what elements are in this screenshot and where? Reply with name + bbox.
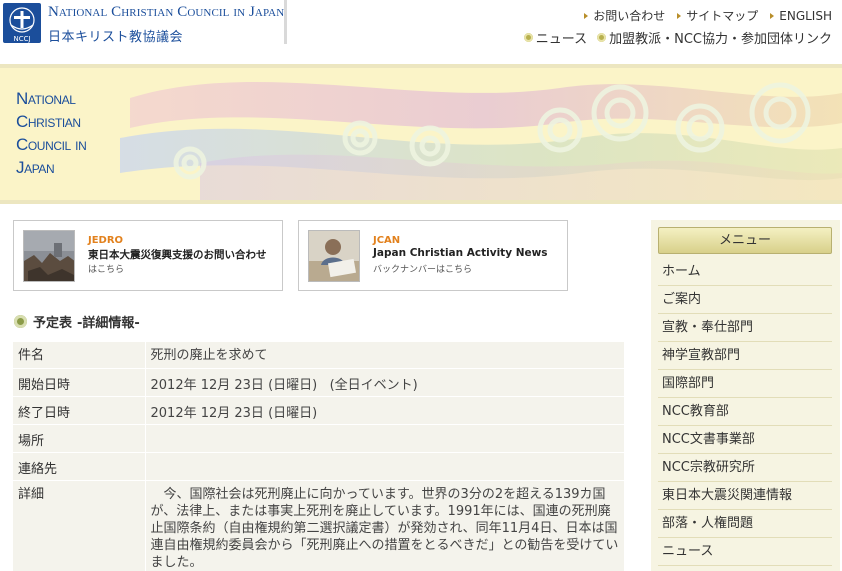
news-link[interactable]: ニュース <box>523 28 588 47</box>
table-row: 件名 死刑の廃止を求めて <box>13 342 624 369</box>
row-label: 連絡先 <box>13 452 146 481</box>
row-value: 死刑の廃止を求めて <box>145 342 624 369</box>
reading-photo-thumbnail <box>308 230 360 282</box>
triangle-bullet-icon <box>770 12 775 19</box>
sitemap-link-label: サイトマップ <box>686 9 759 23</box>
sidebar-item-international[interactable]: 国際部門 <box>658 370 832 398</box>
english-link-label: ENGLISH <box>779 8 832 23</box>
page-title: 予定表 -詳細情報- <box>14 312 140 331</box>
feature-title: Japan Christian Activity News <box>373 247 548 259</box>
sidebar-item-mission[interactable]: 宣教・奉仕部門 <box>658 314 832 342</box>
circle-bullet-icon <box>597 33 607 42</box>
feature-tag: JCAN <box>373 235 401 246</box>
sidebar-item-earthquake[interactable]: 東日本大震災関連情報 <box>658 482 832 510</box>
hero-banner: National Christian Council in Japan <box>0 64 842 204</box>
banner-title: National Christian Council in Japan <box>16 87 87 179</box>
row-label: 終了日時 <box>13 396 146 425</box>
row-label: 場所 <box>13 424 146 453</box>
circle-bullet-icon <box>14 315 27 328</box>
contact-link-label: お問い合わせ <box>593 9 666 23</box>
row-value <box>145 424 624 453</box>
row-label: 開始日時 <box>13 368 146 397</box>
row-value: 2012年 12月 23日 (日曜日) <box>145 396 624 425</box>
sidebar-item-news[interactable]: ニュース <box>658 538 832 566</box>
sidebar-item-human-rights[interactable]: 部落・人権問題 <box>658 510 832 538</box>
circle-bullet-icon <box>523 33 533 42</box>
row-label: 件名 <box>13 342 146 369</box>
banner-title-line: Council in <box>16 135 87 154</box>
row-value <box>145 452 624 481</box>
triangle-bullet-icon <box>677 12 682 19</box>
event-detail-table: 件名 死刑の廃止を求めて 開始日時 2012年 12月 23日 (日曜日) (全… <box>13 342 624 571</box>
sidebar: メニュー ホーム ご案内 宣教・奉仕部門 神学宣教部門 国際部門 NCC教育部 … <box>651 220 840 571</box>
row-value: 2012年 12月 23日 (日曜日) (全日イベント) <box>145 368 624 397</box>
feature-subtitle: バックナンバーはこちら <box>373 265 473 275</box>
banner-title-line: Japan <box>16 158 55 177</box>
sidebar-item-religion-institute[interactable]: NCC宗教研究所 <box>658 454 832 482</box>
news-link-label: ニュース <box>535 32 588 47</box>
page-title-text: 予定表 <box>33 316 73 331</box>
header-divider <box>284 0 287 44</box>
disaster-photo-thumbnail <box>23 230 75 282</box>
logo-badge-text: NCCJ <box>13 35 30 43</box>
table-row: 終了日時 2012年 12月 23日 (日曜日) <box>13 396 624 425</box>
feature-tag: JEDRO <box>88 235 124 246</box>
main-nav: ニュース 加盟教派・NCC協力・参加団体リンク <box>523 28 832 47</box>
table-row: 場所 <box>13 424 624 453</box>
jcan-feature[interactable]: JCAN Japan Christian Activity News バックナン… <box>298 220 568 291</box>
banner-swirl-art <box>120 81 842 200</box>
jedro-feature[interactable]: JEDRO 東日本大震災復興支援のお問い合わせ はこちら <box>13 220 283 291</box>
table-row: 詳細 今、国際社会は死刑廃止に向かっています。世界の3分の2を超える139カ国が… <box>13 480 624 571</box>
sidebar-item-theology[interactable]: 神学宣教部門 <box>658 342 832 370</box>
sitemap-link[interactable]: サイトマップ <box>677 7 758 24</box>
triangle-bullet-icon <box>584 12 589 19</box>
feature-title: 東日本大震災復興支援のお問い合わせ <box>88 249 267 261</box>
member-links-label: 加盟教派・NCC協力・参加団体リンク <box>609 32 832 47</box>
table-row: 連絡先 <box>13 452 624 481</box>
logo-text-en[interactable]: National Christian Council in Japan <box>48 4 284 21</box>
banner-title-line: Christian <box>16 112 81 131</box>
sidebar-item-home[interactable]: ホーム <box>658 258 832 286</box>
member-links-link[interactable]: 加盟教派・NCC協力・参加団体リンク <box>597 28 832 47</box>
table-row: 開始日時 2012年 12月 23日 (日曜日) (全日イベント) <box>13 368 624 397</box>
sidebar-item-about[interactable]: ご案内 <box>658 286 832 314</box>
site-header: NCCJ National Christian Council in Japan… <box>0 0 842 58</box>
page-subtitle-text: -詳細情報- <box>77 316 140 331</box>
english-link[interactable]: ENGLISH <box>770 7 832 24</box>
banner-title-line: National <box>16 89 76 108</box>
logo-text-ja[interactable]: 日本キリスト教協議会 <box>48 26 183 45</box>
contact-link[interactable]: お問い合わせ <box>584 7 665 24</box>
feature-subtitle: はこちら <box>88 265 125 275</box>
sidebar-item-education[interactable]: NCC教育部 <box>658 398 832 426</box>
row-value: 今、国際社会は死刑廃止に向かっています。世界の3分の2を超える139カ国が、法律… <box>145 480 624 571</box>
nccj-logo-icon[interactable]: NCCJ <box>3 3 41 43</box>
sidebar-menu: ホーム ご案内 宣教・奉仕部門 神学宣教部門 国際部門 NCC教育部 NCC文書… <box>658 258 832 566</box>
utility-nav: お問い合わせ サイトマップ ENGLISH <box>584 7 832 24</box>
menu-header: メニュー <box>658 227 832 254</box>
sidebar-item-publications[interactable]: NCC文書事業部 <box>658 426 832 454</box>
row-label: 詳細 <box>13 480 146 571</box>
